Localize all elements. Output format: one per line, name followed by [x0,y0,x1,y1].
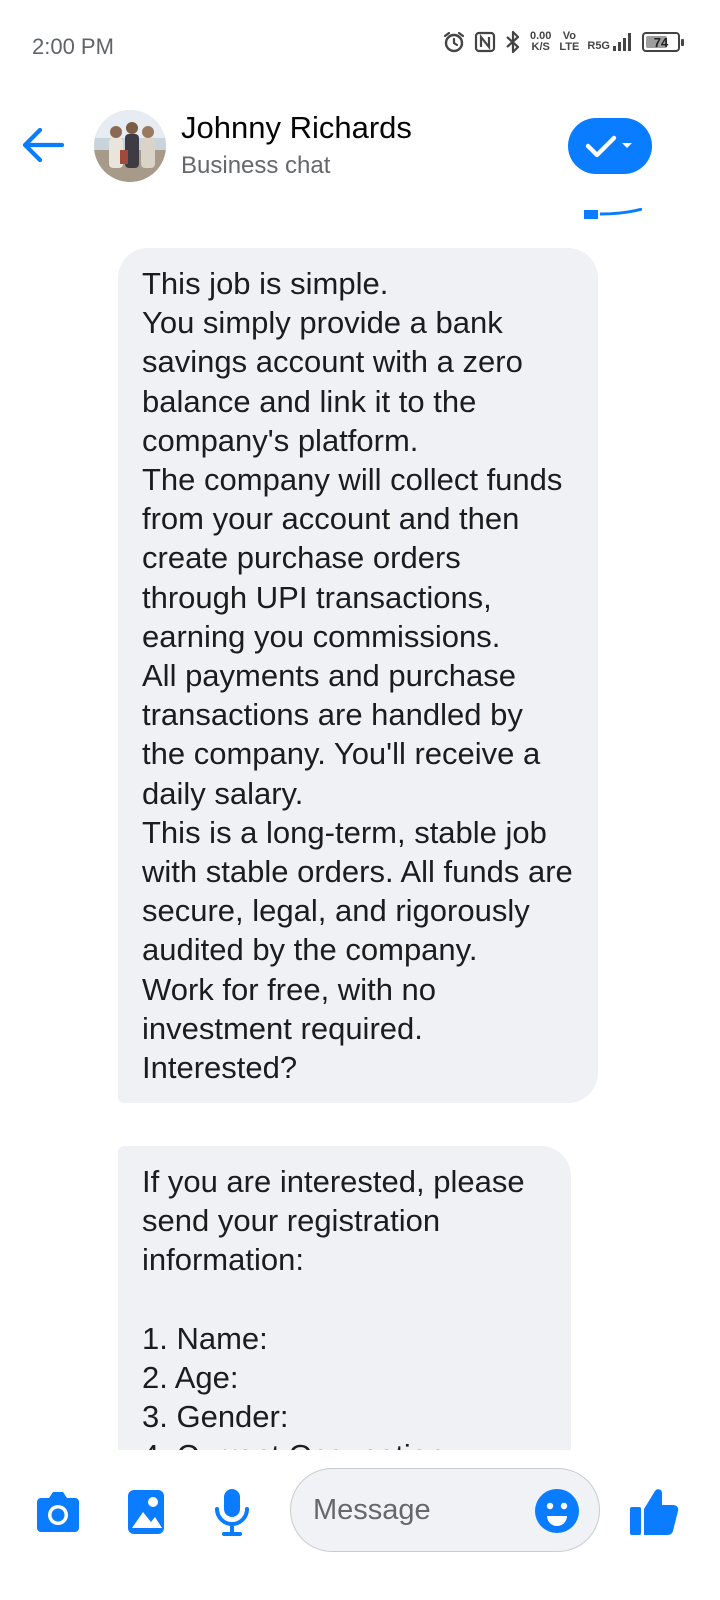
status-icons: 0.00 K/S Vo LTE R5G 74 [442,30,684,54]
volte-indicator: Vo LTE [559,30,580,53]
scroll-indicator [584,208,642,219]
microphone-icon [215,1489,249,1536]
composer [0,1456,720,1566]
back-button[interactable] [18,120,68,170]
gallery-button[interactable] [118,1484,174,1540]
signal-icon [613,33,631,51]
camera-icon [37,1492,79,1532]
status-time: 2:00 PM [32,34,114,59]
alarm-icon [443,31,465,53]
message-field[interactable] [290,1468,600,1552]
check-dropdown-icon [585,135,632,158]
microphone-button[interactable] [204,1484,260,1540]
bluetooth-icon [506,30,520,54]
contact-name[interactable]: Johnny Richards [181,110,412,146]
nfc-icon [474,31,496,53]
message-list[interactable]: This job is simple. You simply provide a… [0,226,720,1450]
like-button[interactable] [626,1484,682,1540]
network-speed: 0.00 K/S [529,30,552,53]
gallery-icon [128,1490,164,1534]
message-bubble[interactable]: This job is simple. You simply provide a… [118,248,598,1104]
avatar[interactable] [94,110,166,182]
verify-dropdown-button[interactable] [568,118,652,174]
contact-subtitle: Business chat [181,152,331,179]
thumbs-up-icon [630,1489,679,1535]
emoji-icon [535,1489,579,1533]
emoji-button[interactable] [533,1487,581,1535]
message-bubble[interactable]: If you are interested, please send your … [118,1146,571,1450]
avatar-photo [94,110,166,182]
message-input[interactable] [313,1489,523,1531]
arrow-left-icon [22,127,65,163]
status-bar: 2:00 PM 0.00 K/S Vo LTE R5G 74 [0,0,720,92]
chat-header: Johnny Richards Business chat [0,92,720,202]
camera-button[interactable] [30,1484,86,1540]
network-indicator: R5G [587,32,634,52]
battery-icon: 74 [642,32,684,52]
network-label: R5G [587,40,610,52]
battery-percent: 74 [653,34,669,50]
